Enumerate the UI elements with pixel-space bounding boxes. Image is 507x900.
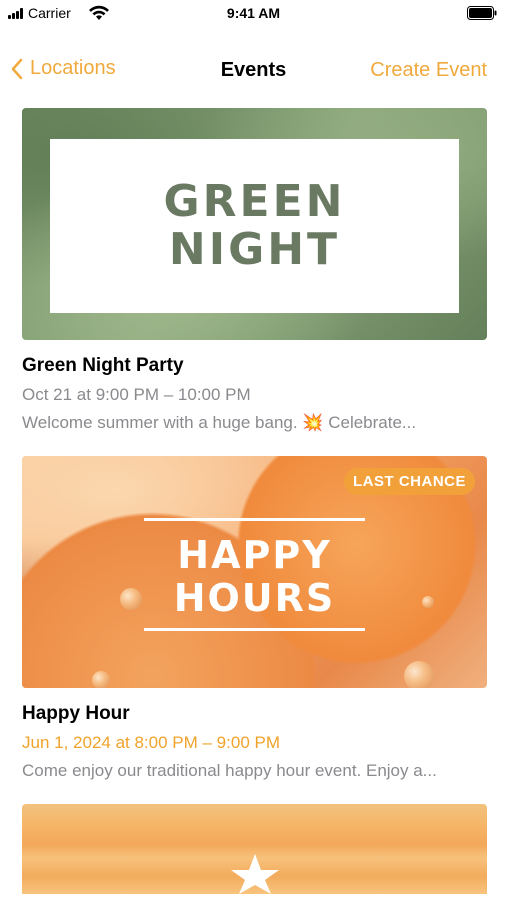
event-image: GREEN NIGHT <box>22 108 487 340</box>
back-button-label: Locations <box>30 57 116 79</box>
navigation-bar: Locations Events Create Event <box>0 52 507 92</box>
last-chance-badge: LAST CHANCE <box>344 468 475 495</box>
event-date: Oct 21 at 9:00 PM – 10:00 PM <box>22 385 251 404</box>
status-bar: Carrier 9:41 AM <box>0 0 507 28</box>
event-image-frame: GREEN NIGHT <box>50 139 459 313</box>
event-card-green-night[interactable]: GREEN NIGHT Green Night Party Oct 21 at … <box>22 108 487 434</box>
event-image-text: GREEN NIGHT <box>163 176 346 275</box>
event-title: Happy Hour <box>22 703 130 724</box>
chevron-left-icon <box>11 58 23 79</box>
event-image-text: HAPPY HOURS <box>173 533 336 620</box>
battery-icon <box>467 6 497 20</box>
event-title: Green Night Party <box>22 355 184 376</box>
event-image <box>22 804 487 894</box>
divider <box>144 628 365 631</box>
event-image: HAPPY HOURS LAST CHANCE <box>22 456 487 688</box>
events-list: GREEN NIGHT Green Night Party Oct 21 at … <box>22 108 487 894</box>
divider <box>144 518 365 521</box>
create-event-button[interactable]: Create Event <box>370 59 487 82</box>
event-description: Welcome summer with a huge bang. 💥 Celeb… <box>22 413 417 432</box>
status-time: 9:41 AM <box>226 5 281 21</box>
event-description: Come enjoy our traditional happy hour ev… <box>22 761 437 780</box>
event-date: Jun 1, 2024 at 8:00 PM – 9:00 PM <box>22 733 280 752</box>
event-card-happy-hour[interactable]: HAPPY HOURS LAST CHANCE Happy Hour Jun 1… <box>22 456 487 782</box>
event-card-partial[interactable] <box>22 804 487 894</box>
back-button[interactable]: Locations <box>10 57 116 80</box>
star-icon <box>231 854 279 894</box>
